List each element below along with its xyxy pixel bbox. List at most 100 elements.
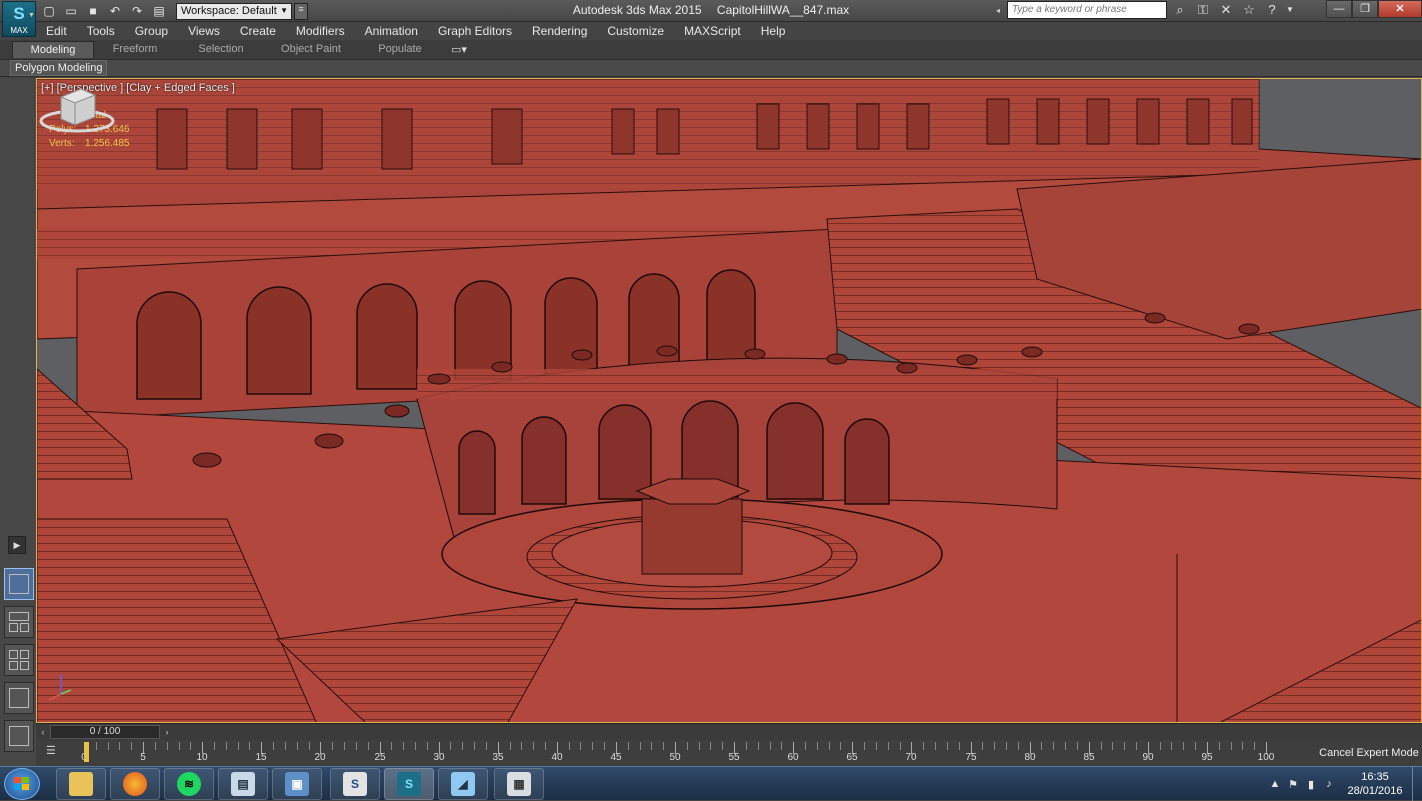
firefox-icon bbox=[123, 772, 147, 796]
collapse-arrow-icon[interactable]: ◂ bbox=[996, 6, 1004, 15]
menu-edit[interactable]: Edit bbox=[36, 22, 77, 40]
ruler-tick bbox=[1136, 742, 1137, 750]
show-hidden-icons-icon[interactable]: ▲ bbox=[1266, 778, 1284, 790]
start-button[interactable] bbox=[4, 768, 40, 800]
ruler-tick bbox=[403, 742, 404, 750]
exchange-icon[interactable]: ✕ bbox=[1216, 1, 1236, 19]
time-slider[interactable]: ‹ 0 / 100 › bbox=[36, 723, 1422, 740]
ruler-label: 60 bbox=[787, 752, 799, 763]
tab-object-paint[interactable]: Object Paint bbox=[266, 41, 356, 58]
ruler-tick bbox=[1183, 742, 1184, 750]
layout-quad-button[interactable] bbox=[4, 644, 34, 676]
tab-modeling[interactable]: Modeling bbox=[12, 41, 94, 58]
layout-split-button[interactable] bbox=[4, 606, 34, 638]
taskbar-calculator[interactable]: ▦ bbox=[494, 768, 544, 800]
ruler-label: 45 bbox=[610, 752, 622, 763]
taskbar-paint[interactable]: ◢ bbox=[438, 768, 488, 800]
menu-maxscript[interactable]: MAXScript bbox=[674, 22, 751, 40]
window-controls: — ❐ ✕ bbox=[1326, 0, 1422, 18]
layout-button-5[interactable] bbox=[4, 720, 34, 752]
ruler-tick bbox=[190, 742, 191, 750]
ruler-label: 70 bbox=[905, 752, 917, 763]
show-desktop-button[interactable] bbox=[1412, 767, 1422, 801]
taskbar-file-manager[interactable]: ▤ bbox=[218, 768, 268, 800]
workspace-menu-button[interactable]: ≡ bbox=[294, 2, 308, 20]
prev-frame-icon[interactable]: ‹ bbox=[36, 725, 50, 739]
cancel-expert-mode-button[interactable]: Cancel Expert Mode bbox=[1316, 740, 1422, 766]
ruler-tick bbox=[1018, 742, 1019, 750]
menu-rendering[interactable]: Rendering bbox=[522, 22, 597, 40]
frame-ruler[interactable]: 0510152025303540455055606570758085909510… bbox=[81, 740, 1274, 766]
taskbar-sketchup[interactable]: S bbox=[330, 768, 380, 800]
ruler-label: 90 bbox=[1142, 752, 1154, 763]
menu-group[interactable]: Group bbox=[125, 22, 178, 40]
current-frame-marker[interactable] bbox=[84, 742, 89, 762]
close-button[interactable]: ✕ bbox=[1378, 0, 1422, 18]
polygon-modeling-panel[interactable]: Polygon Modeling bbox=[10, 60, 108, 76]
menu-help[interactable]: Help bbox=[751, 22, 796, 40]
taskbar-firefox[interactable] bbox=[110, 768, 160, 800]
layout-single-button[interactable] bbox=[4, 568, 34, 600]
tab-selection[interactable]: Selection bbox=[176, 41, 266, 58]
menu-animation[interactable]: Animation bbox=[355, 22, 428, 40]
menu-bar: Edit Tools Group Views Create Modifiers … bbox=[36, 22, 1422, 40]
mini-curve-editor-icon[interactable]: ☰ bbox=[46, 744, 60, 758]
ruler-tick bbox=[1065, 742, 1066, 750]
menu-views[interactable]: Views bbox=[178, 22, 230, 40]
help-icon[interactable]: ? bbox=[1262, 1, 1282, 19]
key-icon[interactable]: ⚿ bbox=[1193, 1, 1213, 19]
ruler-tick bbox=[344, 742, 345, 750]
undo-icon[interactable]: ↶ bbox=[106, 3, 124, 20]
ruler-tick bbox=[131, 742, 132, 750]
binoculars-icon[interactable]: ⌕ bbox=[1170, 1, 1190, 19]
minimize-button[interactable]: — bbox=[1326, 0, 1352, 18]
ruler-tick bbox=[1171, 742, 1172, 750]
taskbar-explorer[interactable] bbox=[56, 768, 106, 800]
tab-freeform[interactable]: Freeform bbox=[94, 41, 176, 58]
next-frame-icon[interactable]: › bbox=[160, 725, 174, 739]
taskbar-photo-viewer[interactable]: ▣ bbox=[272, 768, 322, 800]
clock[interactable]: 16:35 28/01/2016 bbox=[1338, 770, 1412, 798]
new-file-icon[interactable]: ▢ bbox=[40, 3, 58, 20]
ruler-label: 5 bbox=[140, 752, 146, 763]
help-dropdown-icon[interactable]: ▼ bbox=[1285, 1, 1295, 19]
search-input[interactable]: Type a keyword or phrase bbox=[1007, 1, 1167, 19]
menu-customize[interactable]: Customize bbox=[597, 22, 674, 40]
ruler-tick bbox=[96, 742, 97, 750]
viewcube-icon[interactable] bbox=[37, 79, 115, 135]
application-button[interactable]: S MAX bbox=[2, 1, 36, 37]
windows-taskbar: ≋ ▤ ▣ S S ◢ ▦ ▲ ⚑ ▮ ♪ 16:35 28/01/2016 bbox=[0, 766, 1422, 801]
maximize-button[interactable]: ❐ bbox=[1352, 0, 1378, 18]
ruler-tick bbox=[415, 742, 416, 750]
layout-button-4[interactable] bbox=[4, 682, 34, 714]
menu-tools[interactable]: Tools bbox=[77, 22, 125, 40]
volume-icon[interactable]: ♪ bbox=[1320, 778, 1338, 790]
project-folder-icon[interactable]: ▤ bbox=[150, 3, 168, 20]
star-icon[interactable]: ☆ bbox=[1239, 1, 1259, 19]
network-icon[interactable]: ▮ bbox=[1302, 778, 1320, 791]
ruler-tick bbox=[486, 742, 487, 750]
menu-create[interactable]: Create bbox=[230, 22, 286, 40]
app-menu-arrow-icon[interactable]: ▼ bbox=[28, 12, 35, 19]
ruler-tick bbox=[829, 742, 830, 750]
time-slider-thumb[interactable]: 0 / 100 bbox=[50, 725, 160, 739]
ribbon-options-icon[interactable]: ▭▾ bbox=[444, 41, 474, 58]
redo-icon[interactable]: ↷ bbox=[128, 3, 146, 20]
action-center-icon[interactable]: ⚑ bbox=[1284, 778, 1302, 791]
taskbar-3ds-max[interactable]: S bbox=[384, 768, 434, 800]
ruler-tick bbox=[876, 742, 877, 750]
save-icon[interactable]: ■ bbox=[84, 3, 102, 20]
system-tray: ▲ ⚑ ▮ ♪ 16:35 28/01/2016 bbox=[1266, 767, 1422, 801]
open-file-icon[interactable]: ▭ bbox=[62, 3, 80, 20]
menu-graph-editors[interactable]: Graph Editors bbox=[428, 22, 522, 40]
track-bar[interactable]: ☰ 05101520253035404550556065707580859095… bbox=[36, 740, 1316, 766]
taskbar-spotify[interactable]: ≋ bbox=[164, 768, 214, 800]
menu-modifiers[interactable]: Modifiers bbox=[286, 22, 355, 40]
expand-arrow-icon[interactable]: ▶ bbox=[8, 536, 26, 554]
ruler-tick bbox=[510, 742, 511, 750]
perspective-viewport[interactable]: [+] [Perspective ] [Clay + Edged Faces ]… bbox=[36, 78, 1422, 723]
ruler-tick bbox=[817, 742, 818, 750]
workspace-dropdown[interactable]: Workspace: Default ▼ bbox=[176, 2, 292, 20]
ruler-label: 75 bbox=[965, 752, 977, 763]
tab-populate[interactable]: Populate bbox=[356, 41, 444, 58]
